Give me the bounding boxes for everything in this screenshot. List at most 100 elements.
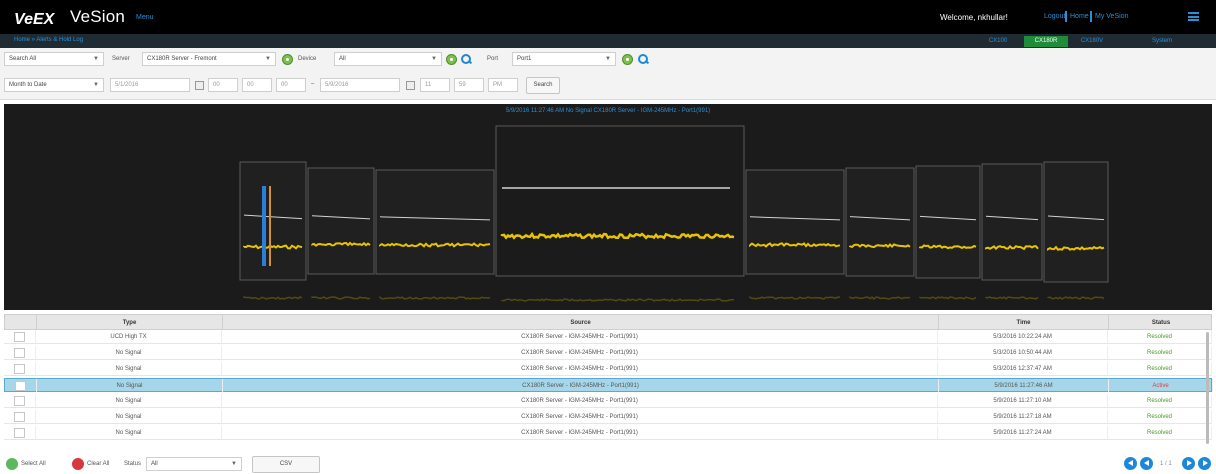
status-filter-value: All — [151, 461, 158, 467]
main-spectrum-reflection — [501, 298, 735, 302]
app-menu-link[interactable]: Menu — [136, 14, 154, 21]
start-hour-select[interactable]: 00 — [208, 78, 238, 92]
source-cell: CX180R Server - IGM-245MHz - Port1(991) — [222, 362, 938, 376]
header-separator — [1065, 11, 1067, 22]
spectrum-side-panel — [745, 169, 845, 275]
row-checkbox[interactable] — [14, 412, 25, 422]
my-vesion-link[interactable]: My VeSion — [1095, 13, 1128, 20]
breadcrumb[interactable]: Home » Alerts & Hold Log — [14, 37, 83, 43]
home-link[interactable]: Home — [1070, 13, 1089, 20]
end-date-input[interactable]: 5/9/2016 — [320, 78, 400, 92]
port-apply-icon[interactable] — [622, 54, 633, 65]
select-all-icon[interactable] — [6, 458, 18, 470]
server-apply-icon[interactable] — [282, 54, 293, 65]
tab-cx180r[interactable]: CX180R — [1024, 36, 1068, 47]
table-row[interactable]: No Signal CX180R Server - IGM-245MHz - Po… — [4, 378, 1213, 393]
select-column-header — [5, 315, 37, 331]
row-select-cell — [4, 362, 36, 376]
row-checkbox[interactable] — [14, 364, 25, 374]
table-row[interactable]: No Signal CX180R Server - IGM-245MHz - Po… — [4, 362, 1212, 376]
calendar-icon[interactable] — [406, 81, 415, 90]
spectrum-side-panel — [915, 165, 981, 279]
device-value: All — [339, 56, 346, 62]
start-ampm-select[interactable]: 00 — [276, 78, 306, 92]
column-header-type[interactable]: Type — [37, 315, 223, 331]
spectrum-side-panel — [375, 169, 495, 275]
end-minute-select[interactable]: 59 — [454, 78, 484, 92]
row-checkbox[interactable] — [14, 348, 25, 358]
type-cell: No Signal — [36, 410, 222, 424]
table-row[interactable]: No Signal CX180R Server - IGM-245MHz - Po… — [4, 346, 1212, 360]
legend-marker — [269, 186, 271, 266]
server-select[interactable]: CX180R Server - Fremont ▼ — [142, 52, 276, 66]
type-cell: No Signal — [37, 379, 223, 393]
time-cell: 5/9/2016 11:27:24 AM — [938, 426, 1108, 440]
first-page-icon[interactable] — [1124, 457, 1137, 470]
csv-export-button[interactable]: CSV — [252, 456, 320, 473]
source-cell: CX180R Server - IGM-245MHz - Port1(991) — [222, 330, 938, 344]
calendar-icon[interactable] — [195, 81, 204, 90]
main-spectrum-panel — [495, 125, 745, 277]
clear-all-link[interactable]: Clear All — [87, 461, 109, 467]
table-row[interactable]: UCD High TX CX180R Server - IGM-245MHz - … — [4, 330, 1212, 344]
row-checkbox[interactable] — [15, 381, 26, 391]
prev-page-icon[interactable] — [1140, 457, 1153, 470]
clear-all-icon[interactable] — [72, 458, 84, 470]
spectrum-side-panel — [307, 167, 375, 275]
search-button[interactable]: Search — [526, 77, 560, 94]
device-search-icon[interactable] — [461, 54, 471, 64]
tab-system[interactable]: System — [1140, 36, 1184, 47]
chevron-down-icon: ▼ — [605, 56, 611, 62]
status-cell: Resolved — [1108, 330, 1212, 344]
chevron-down-icon: ▼ — [93, 56, 99, 62]
column-header-time[interactable]: Time — [939, 315, 1109, 331]
time-cell: 5/9/2016 11:27:18 AM — [938, 410, 1108, 424]
table-scrollbar[interactable] — [1206, 332, 1209, 444]
end-hour-select[interactable]: 11 — [420, 78, 450, 92]
row-checkbox[interactable] — [14, 332, 25, 342]
tab-cx180v[interactable]: CX180V — [1070, 36, 1114, 47]
row-checkbox[interactable] — [14, 428, 25, 438]
tab-cx100[interactable]: CX100 — [976, 36, 1020, 47]
status-cell: Resolved — [1108, 410, 1212, 424]
source-cell: CX180R Server - IGM-245MHz - Port1(991) — [222, 394, 938, 408]
search-scope-select[interactable]: Search All ▼ — [4, 52, 104, 66]
device-apply-icon[interactable] — [446, 54, 457, 65]
hamburger-menu-icon[interactable] — [1188, 12, 1199, 21]
port-search-icon[interactable] — [638, 54, 648, 64]
logo-text: VeEX — [14, 11, 56, 27]
column-header-source[interactable]: Source — [223, 315, 939, 331]
spectrum-reflection — [311, 296, 371, 300]
spectrum-reflection — [985, 296, 1039, 300]
row-select-cell — [4, 394, 36, 408]
time-cell: 5/3/2016 10:22:24 AM — [938, 330, 1108, 344]
type-cell: No Signal — [36, 346, 222, 360]
row-select-cell — [4, 426, 36, 440]
start-date-input[interactable]: 5/1/2016 — [110, 78, 190, 92]
port-value: Port1 — [517, 56, 532, 62]
period-value: Month to Date — [9, 82, 47, 88]
last-page-icon[interactable] — [1198, 457, 1211, 470]
start-minute-select[interactable]: 00 — [242, 78, 272, 92]
logout-link[interactable]: Logout — [1044, 13, 1065, 20]
type-cell: No Signal — [36, 362, 222, 376]
period-select[interactable]: Month to Date ▼ — [4, 78, 104, 92]
row-checkbox[interactable] — [14, 396, 25, 406]
status-filter-select[interactable]: All ▼ — [146, 457, 242, 471]
type-cell: No Signal — [36, 426, 222, 440]
table-row[interactable]: No Signal CX180R Server - IGM-245MHz - Po… — [4, 394, 1212, 408]
table-footer: Select All Clear All Status All ▼ CSV 1 /… — [0, 452, 1216, 474]
status-cell: Resolved — [1108, 362, 1212, 376]
device-select[interactable]: All ▼ — [334, 52, 442, 66]
nav-row: Home » Alerts & Hold Log CX100 CX180R CX… — [0, 34, 1216, 48]
table-row[interactable]: No Signal CX180R Server - IGM-245MHz - Po… — [4, 426, 1212, 440]
server-value: CX180R Server - Fremont — [147, 56, 217, 62]
spectrum-side-panel — [1043, 161, 1109, 283]
select-all-link[interactable]: Select All — [21, 461, 46, 467]
column-header-status[interactable]: Status — [1109, 315, 1213, 331]
next-page-icon[interactable] — [1182, 457, 1195, 470]
type-cell: UCD High TX — [36, 330, 222, 344]
end-ampm-select[interactable]: PM — [488, 78, 518, 92]
table-row[interactable]: No Signal CX180R Server - IGM-245MHz - Po… — [4, 410, 1212, 424]
port-select[interactable]: Port1 ▼ — [512, 52, 616, 66]
